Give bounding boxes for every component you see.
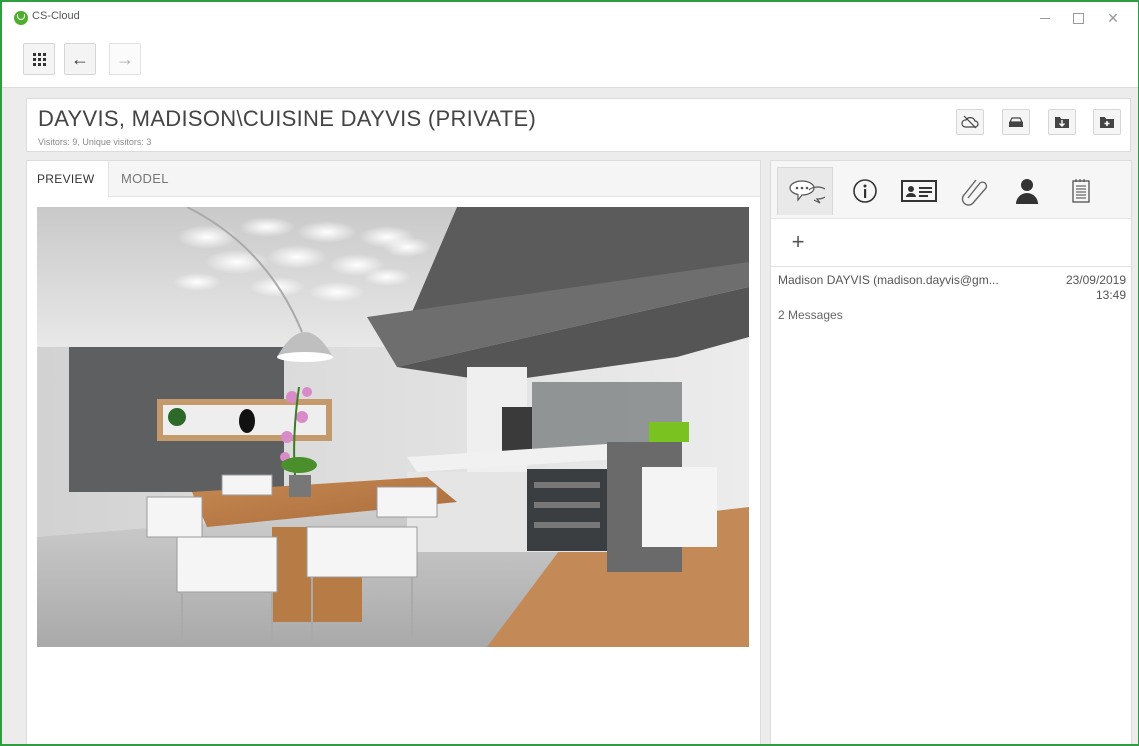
message-time: 13:49 xyxy=(1095,288,1126,302)
scanner-button[interactable] xyxy=(1002,109,1030,135)
tab-model[interactable]: MODEL xyxy=(111,161,179,198)
grid-icon xyxy=(32,52,46,66)
tab-notes[interactable] xyxy=(1053,167,1109,215)
download-folder-button[interactable] xyxy=(1048,109,1076,135)
paperclip-icon xyxy=(961,179,988,206)
cloud-off-icon xyxy=(961,115,979,129)
contact-card-icon xyxy=(901,180,937,202)
notepad-icon xyxy=(1072,179,1090,203)
upload-folder-button[interactable] xyxy=(1093,109,1121,135)
arrow-right-icon: → xyxy=(116,49,134,69)
document-header: DAYVIS, MADISON\CUISINE DAYVIS (PRIVATE)… xyxy=(26,98,1131,152)
add-message-row: + xyxy=(771,221,1131,267)
tab-info[interactable] xyxy=(837,167,893,215)
arrow-left-icon: ← xyxy=(71,49,89,69)
visitor-stats: Visitors: 9, Unique visitors: 3 xyxy=(38,137,152,147)
folder-download-icon xyxy=(1055,117,1069,128)
list-item[interactable]: Madison DAYVIS (madison.dayvis@gm... 23/… xyxy=(771,269,1131,329)
back-button[interactable]: ← xyxy=(64,43,96,75)
scanner-icon xyxy=(1009,117,1023,127)
chat-bubbles-icon xyxy=(789,179,825,204)
preview-tabs: PREVIEW MODEL xyxy=(27,161,760,198)
tab-contact[interactable] xyxy=(891,167,947,215)
kitchen-render-image xyxy=(37,207,749,647)
title-bar: CS-Cloud ✕ xyxy=(2,2,1138,32)
tab-user[interactable] xyxy=(999,167,1055,215)
app-window: CS-Cloud ✕ ← → DAYVIS, MADISON\CUISINE D… xyxy=(0,0,1139,746)
info-icon xyxy=(853,179,877,203)
details-tabs xyxy=(771,161,1131,219)
forward-button[interactable]: → xyxy=(109,43,141,75)
message-count: 2 Messages xyxy=(778,308,843,322)
tab-attachments[interactable] xyxy=(947,167,1003,215)
details-panel: + Madison DAYVIS (madison.dayvis@gm... 2… xyxy=(770,160,1132,744)
message-date: 23/09/2019 xyxy=(1065,273,1126,287)
preview-panel: PREVIEW MODEL xyxy=(26,160,761,744)
app-logo-icon xyxy=(14,11,28,25)
folder-upload-icon xyxy=(1100,117,1114,128)
maximize-button[interactable] xyxy=(1063,8,1093,28)
add-message-button[interactable]: + xyxy=(787,229,809,255)
page-title: DAYVIS, MADISON\CUISINE DAYVIS (PRIVATE) xyxy=(38,106,537,131)
tab-messages[interactable] xyxy=(777,167,833,215)
cloud-off-button[interactable] xyxy=(956,109,984,135)
apps-menu-button[interactable] xyxy=(23,43,55,75)
app-title: CS-Cloud xyxy=(32,10,80,22)
message-sender: Madison DAYVIS (madison.dayvis@gm... xyxy=(778,273,999,287)
tab-preview[interactable]: PREVIEW xyxy=(27,161,109,198)
minimize-button[interactable] xyxy=(1030,8,1060,28)
toolbar: ← → xyxy=(2,32,1138,88)
user-icon xyxy=(1016,179,1038,204)
close-button[interactable]: ✕ xyxy=(1098,8,1128,28)
